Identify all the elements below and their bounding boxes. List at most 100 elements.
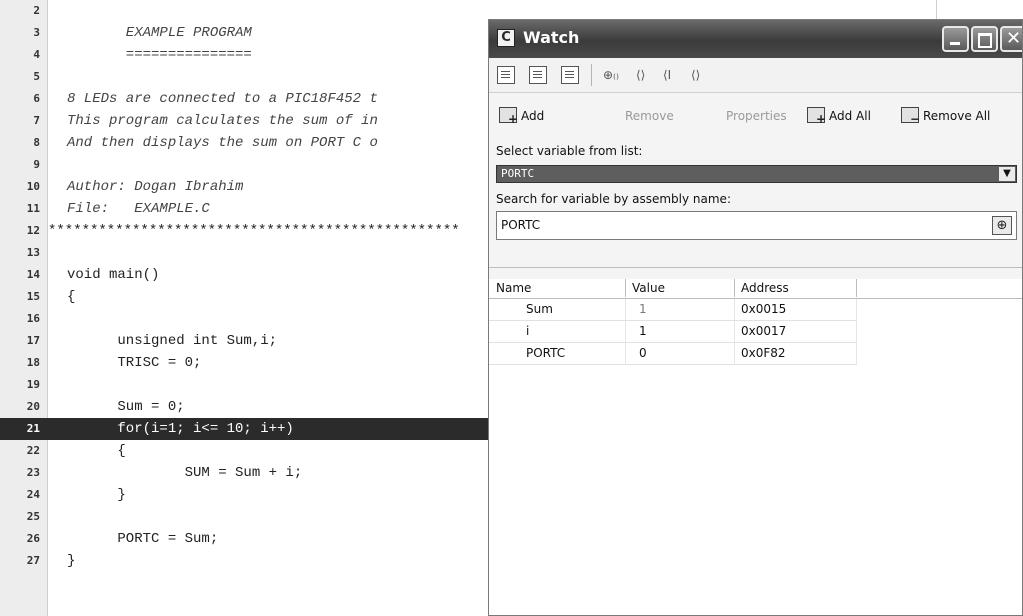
window-title: Watch	[523, 28, 580, 47]
minimize-button[interactable]	[942, 26, 969, 52]
line-number: 10	[26, 180, 40, 193]
cell-divider	[734, 343, 735, 364]
variable-select-value: PORTC	[501, 167, 535, 180]
line-number: 20	[26, 400, 40, 413]
watch-table: Name Value Address Sum 1 0x0015 i 1 0x0017 POR…	[489, 279, 1022, 615]
column-divider[interactable]	[856, 279, 857, 297]
line-number: 13	[26, 246, 40, 259]
code-text: ****************************************…	[48, 223, 460, 239]
line-number: 21	[26, 422, 40, 435]
toolbar-separator	[591, 64, 592, 86]
line-number: 12	[26, 224, 40, 237]
line-number: 17	[26, 334, 40, 347]
line-number: 4	[33, 48, 40, 61]
cell-divider	[856, 299, 857, 320]
add-all-icon[interactable]	[807, 107, 826, 126]
line-number: 3	[33, 26, 40, 39]
watch-titlebar[interactable]: C Watch	[489, 20, 1022, 58]
code-text: EXAMPLE PROGRAM	[67, 25, 252, 41]
cell-name: PORTC	[526, 346, 566, 360]
run-icon[interactable]	[497, 66, 515, 84]
code-text: SUM = Sum + i;	[67, 465, 303, 481]
code-text: 8 LEDs are connected to a PIC18F452 t	[67, 91, 378, 107]
column-address[interactable]: Address	[741, 281, 789, 295]
jump-icon[interactable]: ⟨I	[663, 66, 671, 84]
add-icon[interactable]	[499, 107, 518, 126]
line-number: 8	[33, 136, 40, 149]
line-number: 14	[26, 268, 40, 281]
remove-all-icon[interactable]	[901, 107, 920, 126]
column-name[interactable]: Name	[496, 281, 531, 295]
maximize-button[interactable]	[971, 26, 998, 52]
line-number: 2	[33, 4, 40, 17]
line-number: 23	[26, 466, 40, 479]
line-number: 15	[26, 290, 40, 303]
step-over-icon[interactable]	[561, 66, 579, 84]
code-text: PORTC = Sum;	[67, 531, 219, 547]
cell-value: 1	[639, 302, 647, 316]
search-input-value: PORTC	[501, 218, 541, 232]
code-text: TRISC = 0;	[67, 355, 202, 371]
cell-divider	[625, 299, 626, 320]
cell-divider	[734, 299, 735, 320]
debug-toolbar: ⊕₍₎ ⟨⟩ ⟨I ⟨⟩	[489, 58, 1022, 93]
add-button[interactable]: Add	[521, 109, 544, 123]
table-row[interactable]: Sum 1 0x0015	[489, 299, 857, 321]
code-text: Author: Dogan Ibrahim	[67, 179, 244, 195]
line-number: 6	[33, 92, 40, 105]
remove-all-button[interactable]: Remove All	[923, 109, 990, 123]
cell-address: 0x0F82	[741, 346, 786, 360]
breakpoint-icon[interactable]: ⟨⟩	[691, 66, 700, 84]
search-variable-label: Search for variable by assembly name:	[496, 192, 731, 206]
code-text: {	[67, 289, 76, 305]
line-number: 9	[33, 158, 40, 171]
cell-divider	[625, 321, 626, 342]
chevron-down-icon[interactable]: ▼	[999, 167, 1015, 181]
table-header: Name Value Address	[489, 279, 1022, 299]
remove-button[interactable]: Remove	[625, 109, 674, 123]
select-variable-label: Select variable from list:	[496, 144, 643, 158]
column-divider[interactable]	[734, 279, 735, 297]
line-number: 7	[33, 114, 40, 127]
cell-divider	[856, 321, 857, 342]
line-number: 24	[26, 488, 40, 501]
line-number: 22	[26, 444, 40, 457]
column-divider[interactable]	[625, 279, 626, 297]
cell-address: 0x0017	[741, 324, 787, 338]
cell-value: 1	[639, 324, 647, 338]
step-into-icon[interactable]	[529, 66, 547, 84]
code-text: And then displays the sum on PORT C o	[67, 135, 378, 151]
cell-divider	[734, 321, 735, 342]
search-input[interactable]: PORTC ⊕	[496, 211, 1017, 240]
close-button[interactable]	[1000, 26, 1022, 52]
code-text: Sum = 0;	[67, 399, 185, 415]
variable-select[interactable]: PORTC ▼	[496, 165, 1017, 183]
cell-name: i	[526, 324, 530, 338]
code-text: ===============	[67, 47, 252, 63]
cell-value: 0	[639, 346, 647, 360]
code-text: void main()	[67, 267, 160, 283]
line-number: 11	[26, 202, 40, 215]
step-out-icon[interactable]: ⊕₍₎	[603, 66, 619, 84]
line-number: 16	[26, 312, 40, 325]
line-number: 27	[26, 554, 40, 567]
code-text: {	[67, 443, 126, 459]
line-number: 25	[26, 510, 40, 523]
add-variable-icon[interactable]: ⊕	[992, 216, 1012, 235]
run-to-cursor-icon[interactable]: ⟨⟩	[636, 66, 645, 84]
watch-window: C Watch ⊕₍₎ ⟨⟩ ⟨I ⟨⟩ Add Remove Properti…	[488, 19, 1023, 616]
table-row[interactable]: i 1 0x0017	[489, 321, 857, 343]
cell-divider	[625, 343, 626, 364]
code-text: }	[67, 553, 76, 569]
column-value[interactable]: Value	[632, 281, 665, 295]
app-icon: C	[497, 29, 515, 47]
watch-actions: Add Remove Properties Add All Remove All	[489, 93, 1022, 129]
table-row[interactable]: PORTC 0 0x0F82	[489, 343, 857, 365]
code-text: unsigned int Sum,i;	[67, 333, 278, 349]
line-number: 19	[26, 378, 40, 391]
code-text: }	[67, 487, 126, 503]
add-all-button[interactable]: Add All	[829, 109, 871, 123]
line-number: 26	[26, 532, 40, 545]
properties-button[interactable]: Properties	[726, 109, 787, 123]
cell-address: 0x0015	[741, 302, 787, 316]
